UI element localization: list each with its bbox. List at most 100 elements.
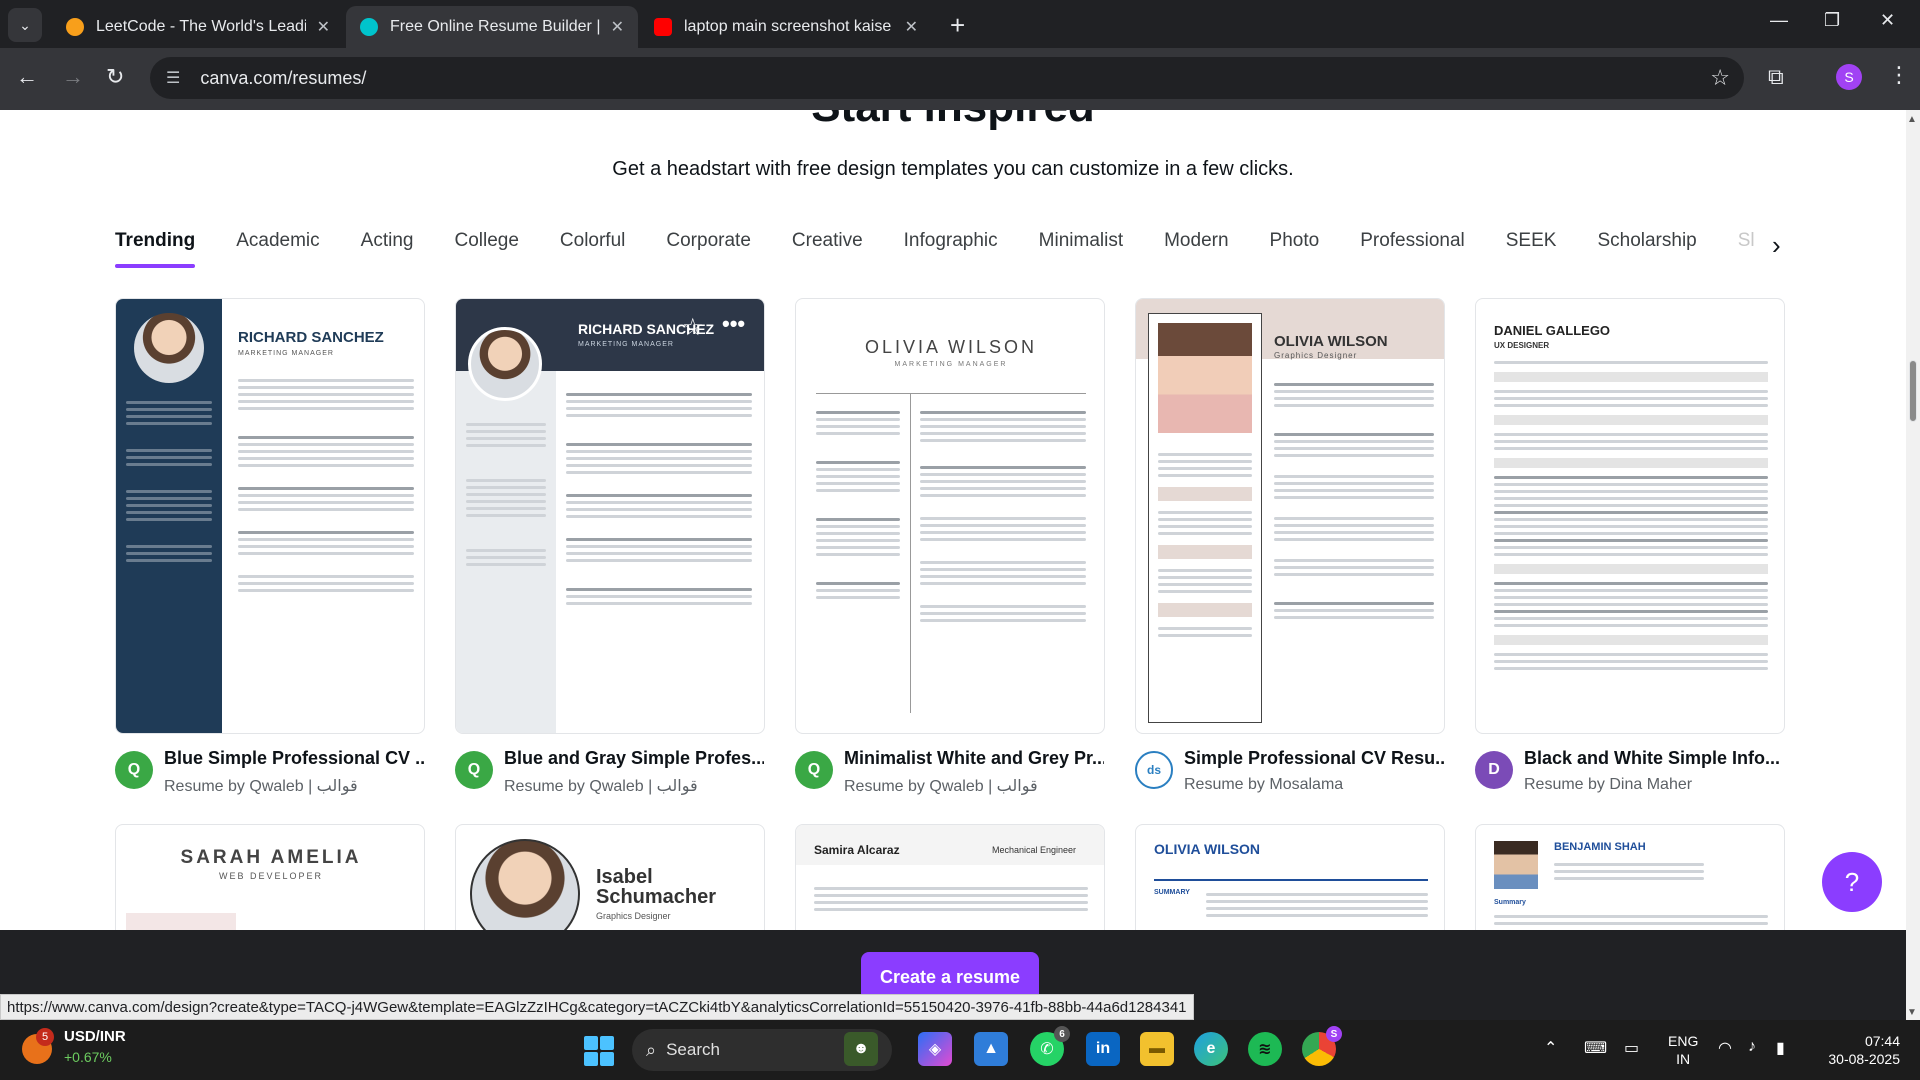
tab-more[interactable]: Sl — [1738, 230, 1755, 270]
creator-avatar[interactable]: D — [1475, 751, 1513, 789]
stock-widget[interactable]: 5 USD/INR +0.67% — [22, 1028, 126, 1065]
forward-arrow-icon[interactable]: → — [62, 64, 84, 90]
extensions-icon[interactable]: ⧉ — [1768, 64, 1784, 90]
template-author[interactable]: Resume by Dina Maher — [1524, 776, 1784, 794]
template-title[interactable]: Blue Simple Professional CV ... — [164, 748, 424, 769]
spotify-icon[interactable]: ≋ — [1248, 1032, 1282, 1066]
template-author[interactable]: Resume by Qwaleb | قوالب — [504, 776, 764, 796]
tab-scholarship[interactable]: Scholarship — [1597, 230, 1696, 270]
close-icon[interactable]: ✕ — [317, 17, 330, 37]
template-card[interactable]: OLIVIA WILSON Graphics Designer ds Simpl… — [1135, 298, 1445, 794]
template-author[interactable]: Resume by Qwaleb | قوالب — [844, 776, 1104, 796]
help-button[interactable]: ? — [1822, 852, 1882, 912]
address-bar[interactable]: ☰ canva.com/resumes/ ☆ — [150, 57, 1744, 99]
resume-photo — [470, 839, 580, 930]
template-thumbnail[interactable]: RICHARD SANCHEZ MARKETING MANAGER ☆ ••• — [455, 298, 765, 734]
url-text[interactable]: canva.com/resumes/ — [200, 68, 366, 89]
template-author[interactable]: Resume by Qwaleb | قوالب — [164, 776, 424, 796]
chevron-right-icon[interactable]: › — [1772, 230, 1781, 261]
scroll-up-icon[interactable]: ▲ — [1907, 114, 1917, 125]
tab-modern[interactable]: Modern — [1164, 230, 1228, 270]
scrollbar[interactable]: ▲ ▼ — [1906, 110, 1920, 1020]
tab-minimalist[interactable]: Minimalist — [1039, 230, 1123, 270]
search-label: Search — [666, 1040, 720, 1059]
whatsapp-icon[interactable]: ✆ 6 — [1030, 1026, 1070, 1066]
resume-role: MARKETING MANAGER — [894, 361, 1008, 368]
template-author[interactable]: Resume by Mosalama — [1184, 776, 1444, 794]
template-thumbnail[interactable]: Samira Alcaraz Mechanical Engineer — [795, 824, 1105, 930]
tab-academic[interactable]: Academic — [236, 230, 319, 270]
resume-name: RICHARD SANCHEZ — [238, 329, 384, 346]
copilot-icon[interactable]: ◈ — [918, 1032, 952, 1066]
template-thumbnail[interactable]: RICHARD SANCHEZ MARKETING MANAGER — [115, 298, 425, 734]
wifi-icon[interactable]: ◠ — [1718, 1038, 1732, 1058]
creator-avatar[interactable]: Q — [795, 751, 833, 789]
tab-colorful[interactable]: Colorful — [560, 230, 625, 270]
resume-photo — [134, 313, 204, 383]
language-indicator[interactable]: ENG IN — [1668, 1032, 1698, 1068]
creator-avatar[interactable]: Q — [115, 751, 153, 789]
back-arrow-icon[interactable]: ← — [16, 64, 38, 90]
new-tab-button[interactable]: + — [950, 10, 965, 41]
tab-youtube[interactable]: laptop main screenshot kaise le ✕ — [640, 6, 932, 48]
edge-icon[interactable]: e — [1194, 1032, 1228, 1066]
minimize-icon[interactable]: — — [1770, 10, 1788, 31]
template-title[interactable]: Simple Professional CV Resu... — [1184, 748, 1444, 769]
tab-photo[interactable]: Photo — [1270, 230, 1320, 270]
clock[interactable]: 07:44 30-08-2025 — [1816, 1032, 1900, 1068]
template-card[interactable]: DANIEL GALLEGO UX DESIGNER D Black and W… — [1475, 298, 1785, 794]
star-icon[interactable]: ☆ — [682, 313, 704, 342]
template-title[interactable]: Minimalist White and Grey Pr... — [844, 748, 1104, 769]
site-info-icon[interactable]: ☰ — [166, 68, 180, 88]
tab-canva[interactable]: Free Online Resume Builder | Ea ✕ — [346, 6, 638, 48]
template-card[interactable]: RICHARD SANCHEZ MARKETING MANAGER Q Blue… — [115, 298, 425, 796]
battery-icon[interactable]: ▮ — [1776, 1038, 1785, 1058]
scrollbar-thumb[interactable] — [1909, 360, 1917, 422]
tab-professional[interactable]: Professional — [1360, 230, 1465, 270]
template-title[interactable]: Blue and Gray Simple Profes... — [504, 748, 764, 769]
display-icon[interactable]: ▭ — [1624, 1038, 1639, 1058]
menu-icon[interactable]: ⋮ — [1888, 62, 1910, 88]
linkedin-icon[interactable]: in — [1086, 1032, 1120, 1066]
profile-avatar[interactable]: S — [1836, 64, 1862, 90]
chevron-up-icon[interactable]: ⌃ — [1544, 1038, 1557, 1058]
restore-icon[interactable]: ❐ — [1824, 10, 1840, 31]
bookmark-star-icon[interactable]: ☆ — [1710, 65, 1730, 91]
photos-icon[interactable]: ▲ — [974, 1032, 1008, 1066]
file-explorer-icon[interactable]: ▬ — [1140, 1032, 1174, 1066]
chrome-icon[interactable]: S — [1302, 1026, 1342, 1066]
volume-icon[interactable]: ♪ — [1748, 1038, 1756, 1056]
template-thumbnail[interactable]: OLIVIA WILSON Graphics Designer — [1135, 298, 1445, 734]
template-thumbnail[interactable]: OLIVIA WILSON MARKETING MANAGER — [795, 298, 1105, 734]
template-title[interactable]: Black and White Simple Info... — [1524, 748, 1784, 769]
tab-creative[interactable]: Creative — [792, 230, 863, 270]
tab-trending[interactable]: Trending — [115, 230, 196, 270]
stock-icon: 5 — [22, 1028, 54, 1064]
tab-acting[interactable]: Acting — [361, 230, 414, 270]
tab-search-dropdown[interactable]: ⌄ — [8, 8, 42, 42]
tab-seek[interactable]: SEEK — [1506, 230, 1557, 270]
tab-infographic[interactable]: Infographic — [904, 230, 998, 270]
clock-date: 30-08-2025 — [1828, 1051, 1900, 1067]
scroll-down-icon[interactable]: ▼ — [1907, 1007, 1917, 1018]
close-icon[interactable]: ✕ — [905, 17, 918, 37]
template-thumbnail[interactable]: OLIVIA WILSON SUMMARY — [1135, 824, 1445, 930]
search-highlight-icon[interactable]: ☻ — [844, 1032, 878, 1066]
more-options-icon[interactable]: ••• — [722, 311, 745, 337]
template-thumbnail[interactable]: SARAH AMELIA WEB DEVELOPER — [115, 824, 425, 930]
tab-leetcode[interactable]: LeetCode - The World's Leading ✕ — [52, 6, 344, 48]
template-thumbnail[interactable]: BENJAMIN SHAH Summary — [1475, 824, 1785, 930]
creator-avatar[interactable]: Q — [455, 751, 493, 789]
template-card[interactable]: RICHARD SANCHEZ MARKETING MANAGER ☆ ••• — [455, 298, 765, 796]
tab-college[interactable]: College — [454, 230, 518, 270]
creator-avatar[interactable]: ds — [1135, 751, 1173, 789]
keyboard-icon[interactable]: ⌨ — [1584, 1038, 1607, 1058]
reload-icon[interactable]: ↻ — [106, 64, 124, 90]
windows-start-icon[interactable] — [584, 1036, 614, 1066]
template-card[interactable]: OLIVIA WILSON MARKETING MANAGER Q Minima… — [795, 298, 1105, 796]
template-thumbnail[interactable]: DANIEL GALLEGO UX DESIGNER — [1475, 298, 1785, 734]
close-window-icon[interactable]: ✕ — [1880, 10, 1895, 31]
tab-corporate[interactable]: Corporate — [666, 230, 751, 270]
close-icon[interactable]: ✕ — [611, 17, 624, 37]
template-thumbnail[interactable]: Isabel Schumacher Graphics Designer — [455, 824, 765, 930]
